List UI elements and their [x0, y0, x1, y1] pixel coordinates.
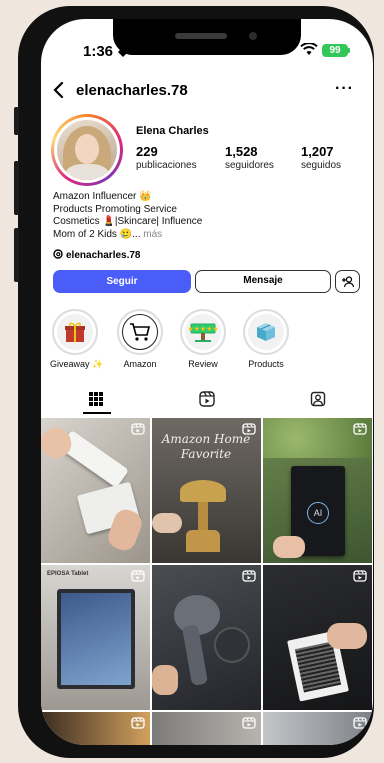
- tab-tagged[interactable]: [263, 385, 373, 413]
- grid-post[interactable]: EPIOSA Tablet: [41, 565, 150, 710]
- posts-count: 229: [136, 144, 158, 159]
- stars-sign-icon: ★★★★★: [189, 323, 217, 342]
- avatar-photo: [57, 120, 117, 180]
- tab-reels[interactable]: [152, 385, 262, 413]
- focus-mode-icon: [118, 47, 128, 57]
- grid-post[interactable]: [152, 565, 261, 710]
- reel-badge-icon: [353, 423, 367, 435]
- profile-bio: Amazon Influencer 👑 Products Promoting S…: [53, 191, 202, 241]
- phone-volume-down: [14, 228, 19, 282]
- svg-text:★★★★★: ★★★★★: [189, 325, 217, 333]
- screen: 1:36 99 elenacharles.78 ··· Elena Charle…: [41, 19, 373, 745]
- stat-followers[interactable]: 1,528 seguidores: [225, 144, 274, 171]
- bio-line: Amazon Influencer 👑: [53, 191, 152, 202]
- bio-line: Mom of 2 Kids 🥲...: [53, 228, 141, 240]
- cart-icon: [130, 323, 151, 341]
- grid-post[interactable]: [263, 712, 372, 745]
- suggest-user-button[interactable]: [335, 270, 360, 293]
- add-person-icon: [341, 276, 354, 288]
- highlight-products[interactable]: Products: [241, 309, 291, 369]
- following-label: seguidos: [301, 160, 342, 171]
- post-overlay-text: EPIOSA Tablet: [47, 571, 89, 577]
- bio-more-link[interactable]: más: [143, 229, 162, 240]
- highlight-label: Amazon: [123, 359, 157, 369]
- avatar[interactable]: [51, 114, 123, 186]
- box-icon: [257, 323, 275, 341]
- grid-icon: [89, 392, 103, 406]
- reel-badge-icon: [353, 570, 367, 582]
- highlight-label: Products: [248, 359, 284, 369]
- gift-icon: [65, 322, 85, 342]
- highlight-label: Giveaway ✨: [50, 359, 104, 369]
- phone-volume-up: [14, 161, 19, 215]
- threads-link[interactable]: elenacharles.78: [53, 249, 141, 261]
- message-button[interactable]: Mensaje: [195, 270, 331, 293]
- bio-line: Products Promoting Service: [53, 203, 177, 215]
- reel-badge-icon: [131, 717, 145, 729]
- post-overlay-text: Amazon Home Favorite: [161, 432, 251, 461]
- battery-tip: [348, 48, 350, 53]
- status-time: 1:36: [83, 43, 114, 60]
- stat-posts[interactable]: 229 publicaciones: [136, 144, 197, 171]
- bio-line: Cosmetics 💄|Skincare| Influence: [53, 216, 203, 227]
- back-arrow-icon[interactable]: [53, 82, 65, 98]
- reel-badge-icon: [242, 423, 256, 435]
- highlight-giveaway[interactable]: Giveaway ✨: [50, 309, 104, 370]
- grid-post[interactable]: [263, 565, 372, 710]
- notch: [113, 19, 301, 55]
- profile-full-name: Elena Charles: [136, 125, 209, 137]
- highlight-label: Review: [188, 359, 218, 369]
- reel-badge-icon: [242, 717, 256, 729]
- more-options-icon[interactable]: ···: [335, 80, 354, 98]
- following-count: 1,207: [301, 144, 334, 159]
- profile-tabs: [41, 385, 373, 413]
- grid-post[interactable]: AI: [263, 418, 372, 563]
- grid-post[interactable]: [41, 712, 150, 745]
- wifi-icon: [300, 43, 318, 55]
- reel-badge-icon: [242, 570, 256, 582]
- highlight-review[interactable]: ★★★★★ Review: [178, 309, 228, 369]
- battery-level: 99: [322, 44, 348, 57]
- grid-post[interactable]: [152, 712, 261, 745]
- reel-badge-icon: [131, 423, 145, 435]
- reel-badge-icon: [131, 570, 145, 582]
- active-tab-indicator: [83, 412, 111, 414]
- reels-icon: [199, 391, 215, 407]
- reel-badge-icon: [353, 717, 367, 729]
- highlight-amazon[interactable]: Amazon: [115, 309, 165, 369]
- profile-username: elenacharles.78: [76, 82, 188, 99]
- threads-icon: [53, 249, 63, 259]
- phone-mute-switch: [14, 107, 19, 135]
- follow-button[interactable]: Seguir: [53, 270, 191, 293]
- followers-label: seguidores: [225, 160, 274, 171]
- grid-post[interactable]: Amazon Home Favorite: [152, 418, 261, 563]
- stat-following[interactable]: 1,207 seguidos: [301, 144, 341, 171]
- grid-post[interactable]: [41, 418, 150, 563]
- posts-label: publicaciones: [136, 160, 197, 171]
- tagged-icon: [310, 391, 326, 407]
- tab-grid[interactable]: [41, 385, 151, 413]
- followers-count: 1,528: [225, 144, 258, 159]
- threads-handle: elenacharles.78: [66, 250, 141, 261]
